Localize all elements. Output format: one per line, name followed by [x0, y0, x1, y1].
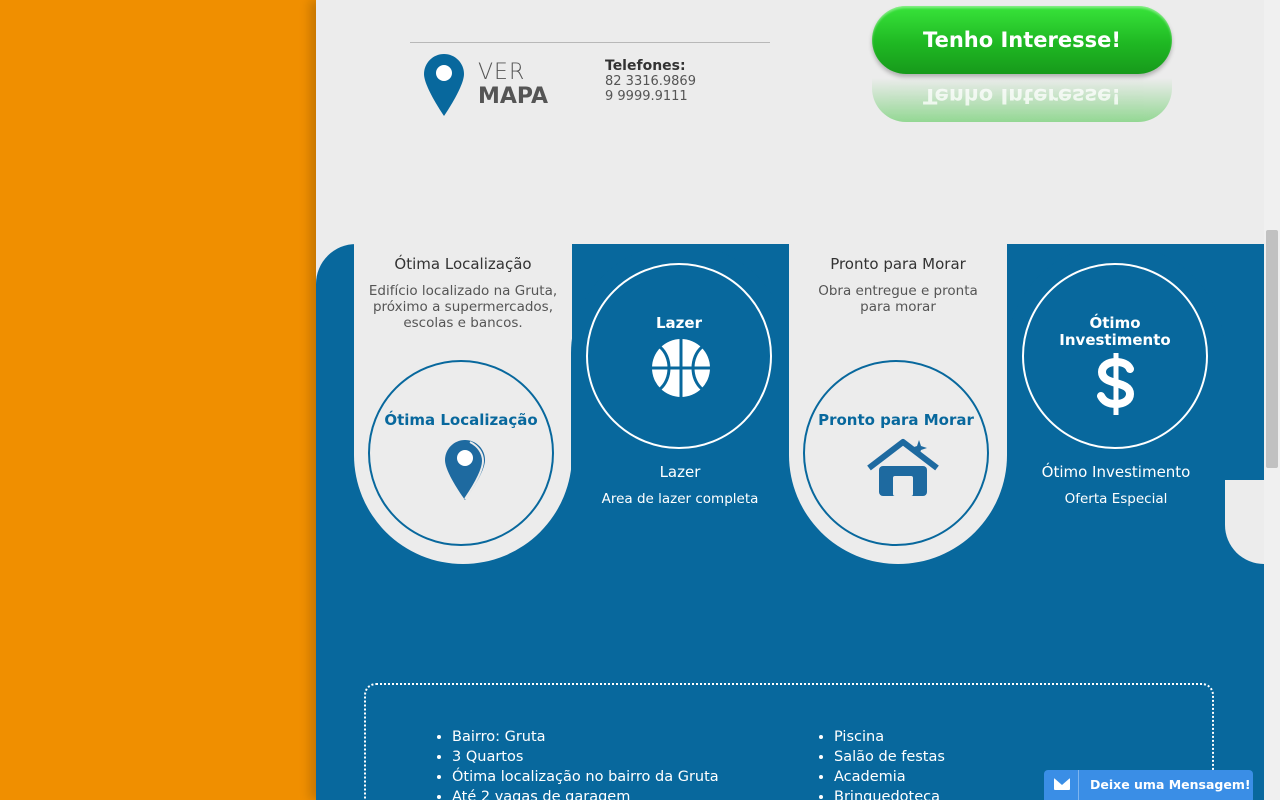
feature-description: Area de lazer completa	[601, 491, 759, 507]
feature-description: Oferta Especial	[1064, 491, 1168, 507]
interest-button-reflection: Tenho Interesse!	[872, 78, 1172, 122]
leisure-circle: Lazer	[586, 263, 772, 449]
contact-divider	[410, 42, 770, 43]
circle-title-line-2: Investimento	[1059, 331, 1171, 349]
feature-heading: Pronto para Morar	[830, 255, 966, 273]
investment-circle: Ótimo Investimento	[1022, 263, 1208, 449]
list-item: Brinquedoteca	[834, 787, 945, 800]
chat-widget-button[interactable]: Deixe uma Mensagem!	[1044, 770, 1253, 800]
chat-widget-label: Deixe uma Mensagem!	[1090, 777, 1251, 792]
section-corner	[316, 244, 356, 284]
map-pin-icon[interactable]	[424, 54, 464, 116]
list-item: Academia	[834, 767, 945, 787]
house-sparkle-icon	[867, 439, 939, 496]
feature-heading: Ótimo Investimento	[1041, 463, 1191, 481]
list-item: Bairro: Gruta	[452, 727, 719, 747]
circle-title: Pronto para Morar	[818, 411, 974, 429]
feature-heading: Lazer	[659, 463, 701, 481]
phone-number-2: 9 9999.9111	[605, 89, 688, 104]
circle-title-line-1: Ótimo	[1089, 314, 1141, 332]
list-item: Até 2 vagas de garagem	[452, 787, 719, 800]
list-item: Piscina	[834, 727, 945, 747]
details-list-right: Piscina Salão de festas Academia Brinque…	[816, 727, 945, 800]
circle-title: Ótima Localização	[384, 411, 538, 429]
ready-circle: Pronto para Morar	[803, 360, 989, 546]
dollar-icon	[1097, 353, 1135, 415]
feature-description: Edifício localizado na Gruta, próximo a …	[368, 283, 558, 331]
feature-description: Obra entregue e pronta para morar	[818, 283, 978, 315]
phone-number-1: 82 3316.9869	[605, 74, 696, 89]
map-pin-icon	[445, 440, 485, 500]
location-circle: Ótima Localização	[368, 360, 554, 546]
feature-heading: Ótima Localização	[394, 255, 532, 273]
basketball-icon	[652, 339, 710, 397]
list-item: Ótima localização no bairro da Gruta	[452, 767, 719, 787]
landing-page: VER MAPA Telefones: 82 3316.9869 9 9999.…	[316, 0, 1264, 800]
scrollbar-thumb[interactable]	[1266, 230, 1278, 468]
list-item: 3 Quartos	[452, 747, 719, 767]
chat-separator	[1078, 770, 1079, 800]
map-link-top[interactable]: VER	[478, 60, 525, 86]
phones-label: Telefones:	[605, 58, 686, 74]
list-item: Salão de festas	[834, 747, 945, 767]
circle-title: Lazer	[656, 314, 702, 332]
map-link-bottom[interactable]: MAPA	[478, 84, 548, 110]
details-list-left: Bairro: Gruta 3 Quartos Ótima localizaçã…	[434, 727, 719, 800]
envelope-icon	[1054, 778, 1070, 790]
interest-button[interactable]: Tenho Interesse!	[872, 6, 1172, 74]
page-scrollbar[interactable]	[1264, 0, 1280, 800]
